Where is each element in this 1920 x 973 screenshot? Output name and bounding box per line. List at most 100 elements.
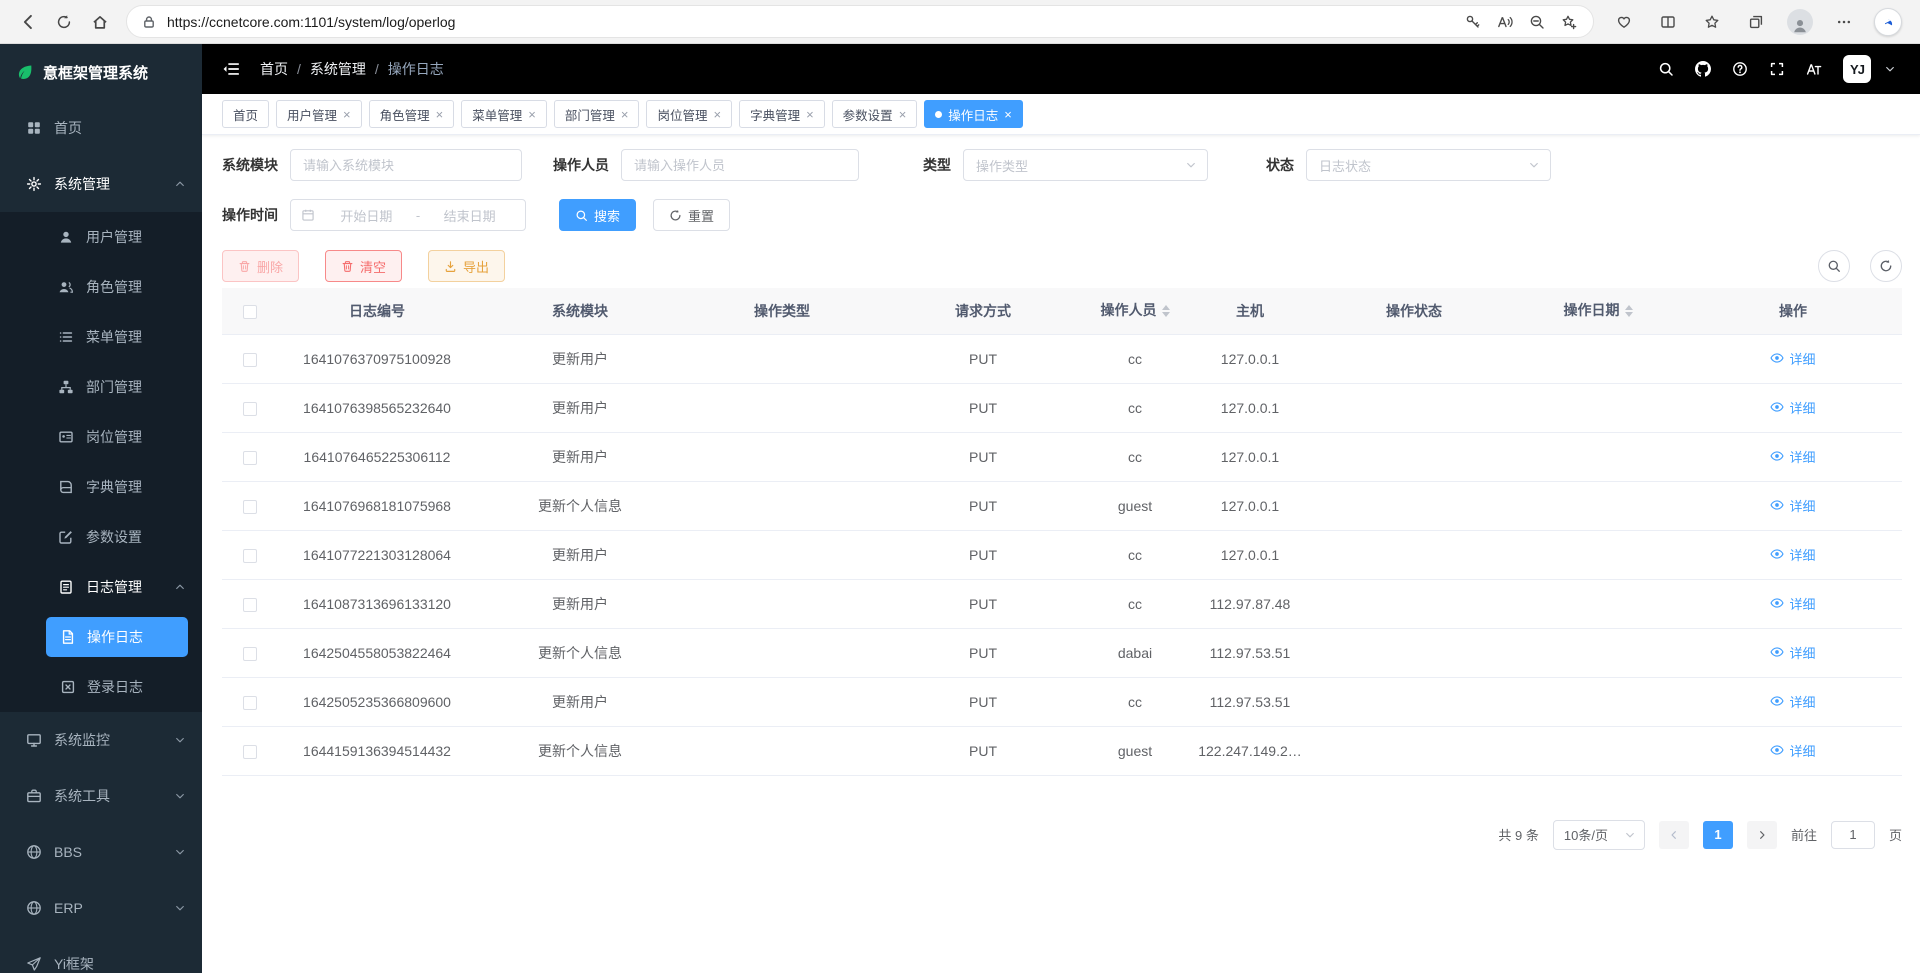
reset-button[interactable]: 重置 <box>653 199 730 231</box>
refresh-button[interactable] <box>46 5 82 39</box>
select-all-checkbox[interactable] <box>243 305 257 319</box>
breadcrumb-home[interactable]: 首页 <box>260 59 288 79</box>
refresh-table-button[interactable] <box>1870 250 1902 282</box>
app-logo-avatar[interactable]: YJ <box>1843 55 1871 83</box>
more-icon[interactable] <box>1826 5 1862 39</box>
detail-link[interactable]: 详细 <box>1770 741 1815 760</box>
close-icon[interactable]: × <box>713 108 721 121</box>
collections-icon[interactable] <box>1738 5 1774 39</box>
sidebar-item-user-mgmt[interactable]: 用户管理 <box>0 212 202 262</box>
sidebar-item-system-mgmt[interactable]: 系统管理 <box>0 156 202 212</box>
sidebar-item-erp[interactable]: ERP <box>0 880 202 936</box>
back-button[interactable] <box>10 5 46 39</box>
prev-page-button[interactable] <box>1659 821 1689 849</box>
next-page-button[interactable] <box>1747 821 1777 849</box>
close-icon[interactable]: × <box>436 108 444 121</box>
sidebar-item-home[interactable]: 首页 <box>0 100 202 156</box>
close-icon[interactable]: × <box>343 108 351 121</box>
sidebar-item-log-mgmt[interactable]: 日志管理 <box>0 562 202 612</box>
tab-menu-mgmt[interactable]: 菜单管理 × <box>461 100 547 128</box>
row-checkbox[interactable] <box>243 402 257 416</box>
collapse-sidebar-button[interactable] <box>222 60 240 78</box>
tab-user-mgmt[interactable]: 用户管理 × <box>276 100 362 128</box>
search-button[interactable]: 搜索 <box>559 199 636 231</box>
row-checkbox[interactable] <box>243 353 257 367</box>
row-checkbox[interactable] <box>243 500 257 514</box>
goto-page-input[interactable] <box>1831 821 1875 849</box>
clear-button[interactable]: 清空 <box>325 250 402 282</box>
sidebar-item-bbs[interactable]: BBS <box>0 824 202 880</box>
tab-home[interactable]: 首页 <box>222 100 269 128</box>
tab-post-mgmt[interactable]: 岗位管理 × <box>646 100 732 128</box>
detail-link[interactable]: 详细 <box>1770 398 1815 417</box>
sort-icon[interactable] <box>1625 301 1633 321</box>
sidebar-item-dict-mgmt[interactable]: 字典管理 <box>0 462 202 512</box>
app-logo[interactable]: 意框架管理系统 <box>0 44 202 100</box>
sidebar-item-yi-framework[interactable]: Yi框架 <box>0 936 202 973</box>
read-aloud-icon[interactable] <box>1489 8 1521 36</box>
sidebar-item-system-tools[interactable]: 系统工具 <box>0 768 202 824</box>
sort-icon[interactable] <box>1162 301 1170 321</box>
add-favorite-icon[interactable] <box>1553 8 1585 36</box>
column-operator[interactable]: 操作人员 <box>1086 288 1184 334</box>
detail-link[interactable]: 详细 <box>1770 349 1815 368</box>
date-range-picker[interactable]: 开始日期 - 结束日期 <box>290 199 526 231</box>
font-size-icon[interactable] <box>1806 61 1822 77</box>
detail-link[interactable]: 详细 <box>1770 545 1815 564</box>
tab-dept-mgmt[interactable]: 部门管理 × <box>554 100 640 128</box>
tab-dict-mgmt[interactable]: 字典管理 × <box>739 100 825 128</box>
close-icon[interactable]: × <box>1004 108 1012 121</box>
password-key-icon[interactable] <box>1457 8 1489 36</box>
column-date[interactable]: 操作日期 <box>1512 288 1684 334</box>
page-number-1[interactable]: 1 <box>1703 821 1733 849</box>
status-select[interactable]: 日志状态 <box>1306 149 1551 181</box>
row-checkbox[interactable] <box>243 598 257 612</box>
github-icon[interactable] <box>1695 61 1711 77</box>
dropdown-caret-icon[interactable] <box>1884 63 1896 75</box>
breadcrumb-system[interactable]: 系统管理 <box>310 59 366 79</box>
tab-role-mgmt[interactable]: 角色管理 × <box>369 100 455 128</box>
sidebar-item-loginlog[interactable]: 登录日志 <box>0 662 202 712</box>
row-checkbox[interactable] <box>243 647 257 661</box>
search-icon[interactable] <box>1658 61 1674 77</box>
detail-link[interactable]: 详细 <box>1770 594 1815 613</box>
sidebar-item-role-mgmt[interactable]: 角色管理 <box>0 262 202 312</box>
close-icon[interactable]: × <box>528 108 536 121</box>
delete-button[interactable]: 删除 <box>222 250 299 282</box>
row-checkbox[interactable] <box>243 745 257 759</box>
operator-input[interactable] <box>621 149 859 181</box>
detail-link[interactable]: 详细 <box>1770 692 1815 711</box>
module-input[interactable] <box>290 149 522 181</box>
sidebar-item-param-settings[interactable]: 参数设置 <box>0 512 202 562</box>
sidebar-item-operlog[interactable]: 操作日志 <box>0 612 202 662</box>
home-button[interactable] <box>82 5 118 39</box>
browser-essentials-icon[interactable] <box>1606 5 1642 39</box>
tab-operlog[interactable]: 操作日志 × <box>924 100 1023 128</box>
help-icon[interactable] <box>1732 61 1748 77</box>
favorites-icon[interactable] <box>1694 5 1730 39</box>
detail-link[interactable]: 详细 <box>1770 496 1815 515</box>
row-checkbox[interactable] <box>243 549 257 563</box>
address-bar[interactable]: https://ccnetcore.com:1101/system/log/op… <box>126 5 1594 38</box>
profile-avatar[interactable] <box>1782 5 1818 39</box>
close-icon[interactable]: × <box>806 108 814 121</box>
close-icon[interactable]: × <box>621 108 629 121</box>
sidebar-item-post-mgmt[interactable]: 岗位管理 <box>0 412 202 462</box>
close-icon[interactable]: × <box>899 108 907 121</box>
show-search-toggle-button[interactable] <box>1818 250 1850 282</box>
row-checkbox[interactable] <box>243 451 257 465</box>
export-button[interactable]: 导出 <box>428 250 505 282</box>
zoom-out-icon[interactable] <box>1521 8 1553 36</box>
page-size-select[interactable]: 10条/页 <box>1553 820 1645 850</box>
row-checkbox[interactable] <box>243 696 257 710</box>
type-select[interactable]: 操作类型 <box>963 149 1208 181</box>
sidebar-item-menu-mgmt[interactable]: 菜单管理 <box>0 312 202 362</box>
fullscreen-icon[interactable] <box>1769 61 1785 77</box>
sidebar-item-dept-mgmt[interactable]: 部门管理 <box>0 362 202 412</box>
tab-param-settings[interactable]: 参数设置 × <box>832 100 918 128</box>
split-screen-icon[interactable] <box>1650 5 1686 39</box>
detail-link[interactable]: 详细 <box>1770 447 1815 466</box>
copilot-bing-icon[interactable] <box>1870 5 1906 39</box>
detail-link[interactable]: 详细 <box>1770 643 1815 662</box>
url-text[interactable]: https://ccnetcore.com:1101/system/log/op… <box>167 14 1457 30</box>
